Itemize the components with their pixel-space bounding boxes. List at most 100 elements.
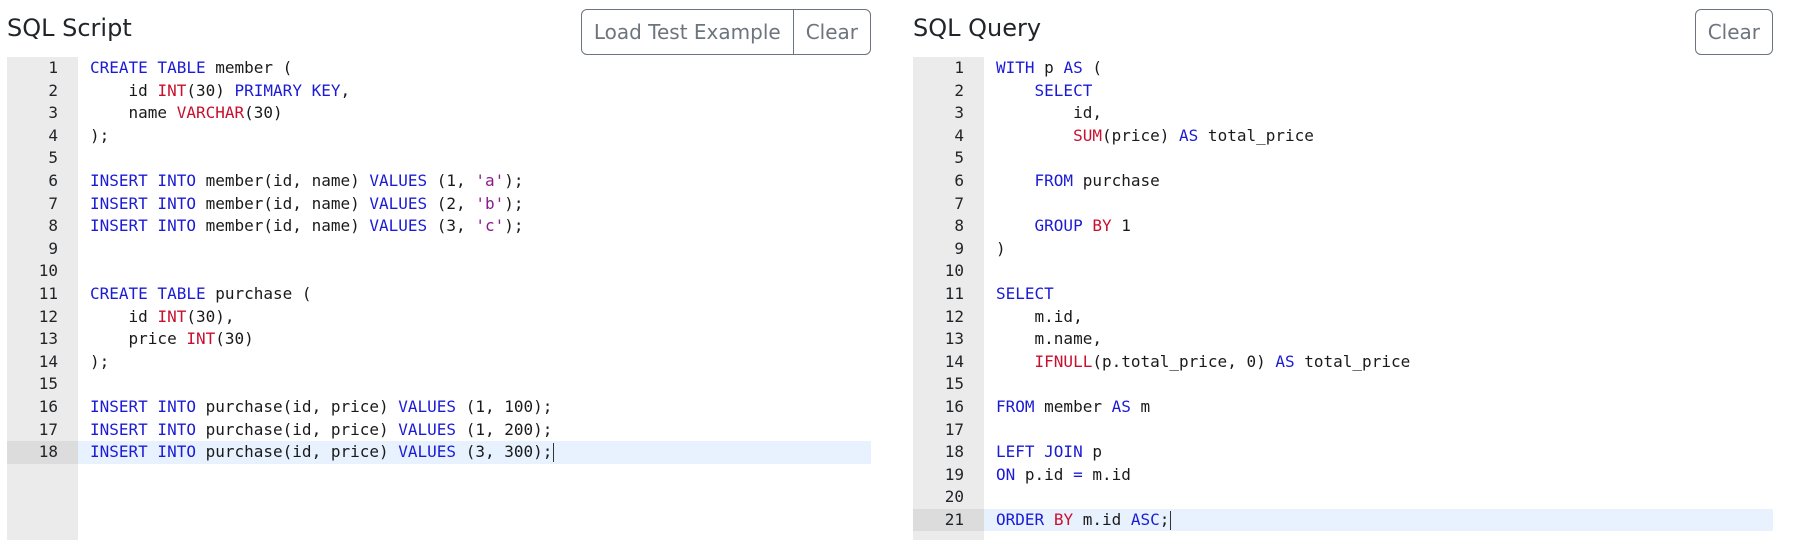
sql-query-code-line[interactable]: 5 [913, 147, 1773, 170]
code-token: BY [1092, 216, 1112, 236]
sql-script-code-line[interactable]: 14); [7, 351, 871, 374]
code-token: purchase(id, price) [195, 396, 399, 416]
code-token: ( [1082, 58, 1102, 77]
sql-script-code-line[interactable]: 5 [7, 147, 871, 170]
sql-script-code-line[interactable]: 8 INSERT INTO member(id, name) VALUES (3,… [7, 215, 871, 238]
code-token: member [1034, 396, 1112, 416]
sql-query-code-line[interactable]: 14 IFNULL(p.total_price, 0) AS total_pri… [913, 351, 1773, 374]
code-token: VALUES [398, 419, 457, 439]
sql-query-editor[interactable]: 1 WITH p AS (2 SELECT 3 id, 4 SUM(price) AS… [913, 57, 1773, 540]
sql-script-panel: SQL Script Load Test Example Clear 1 CREA… [7, 0, 871, 540]
text-cursor [553, 443, 555, 463]
code-token: ); [504, 170, 524, 190]
sql-script-code-line[interactable]: 18 INSERT INTO purchase(id, price) VALUES… [7, 441, 871, 464]
line-number: 1 [48, 58, 58, 77]
sql-query-code-line[interactable]: 20 [913, 486, 1773, 509]
line-text: CREATE TABLE purchase ( [90, 283, 312, 306]
sql-query-code-line[interactable]: 17 [913, 419, 1773, 442]
sql-query-code-line[interactable]: 10 [913, 260, 1773, 283]
clear-query-button[interactable]: Clear [1694, 9, 1773, 55]
sql-script-code[interactable]: 1 CREATE TABLE member (2 id INT(30) PRIMA… [7, 57, 871, 464]
code-token: (30) [215, 329, 254, 349]
sql-script-code-line[interactable]: 16 INSERT INTO purchase(id, price) VALUES… [7, 396, 871, 419]
code-token: , [340, 80, 351, 100]
code-token: 'a' [475, 170, 505, 190]
sql-script-code-line[interactable]: 2 id INT(30) PRIMARY KEY, [7, 80, 871, 103]
code-token: = [1073, 464, 1083, 484]
code-token: 1 [1111, 216, 1131, 236]
code-token: ); [90, 351, 110, 371]
code-token: total_price [1294, 351, 1411, 371]
sql-query-code-line[interactable]: 6 FROM purchase [913, 170, 1773, 193]
sql-script-code-line[interactable]: 9 [7, 238, 871, 261]
sql-script-code-line[interactable]: 12 id INT(30), [7, 306, 871, 329]
line-number: 14 [944, 351, 964, 371]
code-token: FROM [1034, 170, 1074, 190]
code-token: BY [1053, 509, 1074, 529]
code-token: purchase(id, price) [195, 442, 399, 462]
code-token: PRIMARY KEY [234, 80, 341, 100]
load-test-example-button[interactable]: Load Test Example [580, 9, 794, 55]
sql-query-code-line[interactable]: 16 FROM member AS m [913, 396, 1773, 419]
sql-script-code-line[interactable]: 10 [7, 260, 871, 283]
code-token: ASC [1130, 509, 1160, 529]
line-number: 12 [944, 306, 964, 326]
code-token: VALUES [398, 442, 457, 462]
sql-query-code-line[interactable]: 21 ORDER BY m.id ASC; [913, 508, 1773, 532]
code-token: purchase(id, price) [195, 419, 399, 439]
clear-script-button[interactable]: Clear [792, 9, 871, 55]
sql-query-code-line[interactable]: 4 SUM(price) AS total_price [913, 125, 1773, 148]
sql-query-code-line[interactable]: 12 m.id, [913, 306, 1773, 329]
code-token: ); [504, 193, 524, 213]
sql-script-code-line[interactable]: 11 CREATE TABLE purchase ( [7, 283, 871, 306]
sql-script-code-line[interactable]: 6 INSERT INTO member(id, name) VALUES (1,… [7, 170, 871, 193]
code-token: INSERT INTO [90, 216, 196, 236]
sql-script-code-line[interactable]: 4); [7, 125, 871, 148]
sql-query-code-line[interactable]: 1 WITH p AS ( [913, 57, 1773, 80]
code-token: INSERT INTO [90, 170, 196, 190]
sql-script-code-line[interactable]: 15 [7, 373, 871, 396]
sql-query-code-line[interactable]: 18 LEFT JOIN p [913, 441, 1773, 464]
line-number: 16 [944, 396, 964, 416]
code-token: member ( [205, 58, 293, 77]
sql-query-code-line[interactable]: 2 SELECT [913, 80, 1773, 103]
sql-script-code-line[interactable]: 3 name VARCHAR(30) [7, 102, 871, 125]
sql-script-code-line[interactable]: 1 CREATE TABLE member ( [7, 57, 871, 80]
code-token: price [90, 329, 187, 349]
code-token: INSERT INTO [90, 442, 196, 462]
sql-query-code-line[interactable]: 7 [913, 193, 1773, 216]
code-token: id [90, 80, 158, 100]
code-token: LEFT JOIN [996, 442, 1083, 462]
code-token: (1, 100); [456, 396, 553, 416]
code-token: name [90, 103, 177, 123]
sql-query-code[interactable]: 1 WITH p AS (2 SELECT 3 id, 4 SUM(price) AS… [913, 57, 1773, 532]
line-number: 8 [954, 216, 964, 236]
sql-script-code-line[interactable]: 7 INSERT INTO member(id, name) VALUES (2,… [7, 193, 871, 216]
sql-query-button-group: Clear [1694, 9, 1773, 55]
sql-script-code-line[interactable]: 17 INSERT INTO purchase(id, price) VALUES… [7, 419, 871, 442]
sql-script-code-line[interactable]: 13 price INT(30) [7, 328, 871, 351]
line-number: 14 [38, 351, 58, 371]
sql-query-code-line[interactable]: 3 id, [913, 102, 1773, 125]
line-number: 3 [954, 103, 964, 123]
line-number: 7 [954, 193, 964, 213]
sql-query-code-line[interactable]: 13 m.name, [913, 328, 1773, 351]
line-number: 2 [48, 80, 58, 100]
sql-query-code-line[interactable]: 15 [913, 373, 1773, 396]
line-text: INSERT INTO member(id, name) VALUES (3, … [90, 215, 524, 238]
sql-script-editor[interactable]: 1 CREATE TABLE member (2 id INT(30) PRIMA… [7, 57, 871, 540]
code-token: AS [1111, 396, 1131, 416]
code-token: GROUP [1034, 216, 1083, 236]
code-token: p [1082, 442, 1102, 462]
sql-query-code-line[interactable]: 11 SELECT [913, 283, 1773, 306]
sql-query-code-line[interactable]: 8 GROUP BY 1 [913, 215, 1773, 238]
code-token: member(id, name) [195, 170, 370, 190]
code-token: purchase ( [205, 283, 312, 303]
sql-query-code-line[interactable]: 19 ON p.id = m.id [913, 464, 1773, 487]
code-token: (p.total_price, 0) [1092, 351, 1276, 371]
sql-query-code-line[interactable]: 9) [913, 238, 1773, 261]
